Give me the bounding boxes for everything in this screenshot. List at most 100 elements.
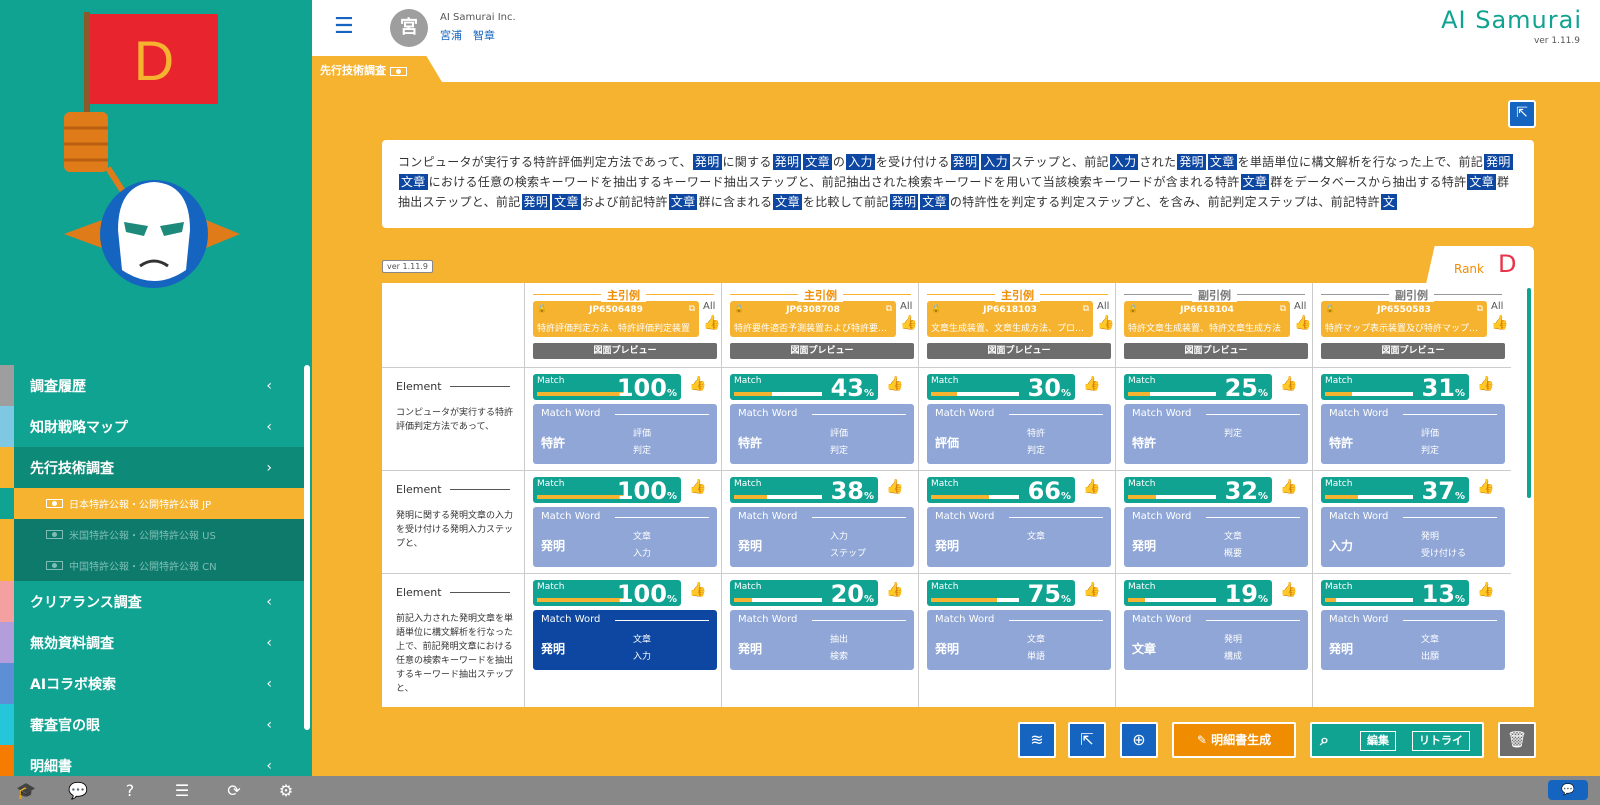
- drawing-preview-button[interactable]: 図面プレビュー: [1124, 343, 1308, 359]
- all-label[interactable]: All: [1491, 301, 1503, 312]
- match-word-box[interactable]: Match Word 発明 入力 ステップ: [730, 507, 914, 567]
- hamburger-menu-icon[interactable]: ☰: [334, 14, 354, 39]
- thumbs-up-icon[interactable]: 👍: [1097, 315, 1114, 331]
- drawing-preview-button[interactable]: 図面プレビュー: [1321, 343, 1505, 359]
- patent-card[interactable]: 🔒 JP6618104 ⧉ 特許文章生成装置、特許文章生成方法: [1124, 301, 1290, 337]
- match-score[interactable]: Match 32%: [1124, 477, 1272, 505]
- avatar[interactable]: 宮: [390, 9, 428, 47]
- keyword-highlight[interactable]: 文: [1380, 194, 1398, 210]
- match-score[interactable]: Match 43%: [730, 374, 878, 402]
- thumbs-up-icon[interactable]: 👍: [900, 315, 917, 331]
- keyword-highlight[interactable]: 発明: [521, 194, 551, 210]
- keyword-highlight[interactable]: 文章: [1207, 154, 1237, 170]
- match-score[interactable]: Match 100%: [533, 477, 681, 505]
- table-scrollbar[interactable]: [1527, 288, 1531, 498]
- sidebar-item-2[interactable]: 先行技術調査 ›: [0, 447, 304, 488]
- zoom-button[interactable]: ⊕: [1120, 722, 1158, 758]
- match-word-box[interactable]: Match Word 発明 文章 出願: [1321, 610, 1505, 670]
- sync-icon[interactable]: ⟳: [208, 781, 260, 800]
- copy-icon[interactable]: ⧉: [689, 304, 695, 314]
- sidebar-subitem-2[interactable]: 中国特許公報・公開特許公報 CN: [0, 550, 304, 581]
- keyword-highlight[interactable]: 文章: [399, 174, 428, 190]
- all-label[interactable]: All: [900, 301, 912, 312]
- match-word-box[interactable]: Match Word 文章 発明 構成: [1124, 610, 1308, 670]
- all-label[interactable]: All: [1097, 301, 1109, 312]
- search-icon[interactable]: ⌕: [1320, 724, 1329, 756]
- thumbs-up-icon[interactable]: 👍: [886, 582, 903, 598]
- drawing-preview-button[interactable]: 図面プレビュー: [533, 343, 717, 359]
- keyword-highlight[interactable]: 文章: [803, 154, 832, 170]
- match-word-box[interactable]: Match Word 発明 文章: [927, 507, 1111, 567]
- tab-prior-art-search[interactable]: 先行技術調査: [312, 56, 442, 82]
- thumbs-up-icon[interactable]: 👍: [1477, 479, 1494, 495]
- match-score[interactable]: Match 31%: [1321, 374, 1469, 402]
- layers-button[interactable]: ≋: [1018, 722, 1056, 758]
- match-word-box[interactable]: Match Word 発明 文章 概要: [1124, 507, 1308, 567]
- match-word-box[interactable]: Match Word 入力 発明 受け付ける: [1321, 507, 1505, 567]
- match-word-box[interactable]: Match Word 発明 文章 単語: [927, 610, 1111, 670]
- match-score[interactable]: Match 100%: [533, 580, 681, 608]
- thumbs-up-icon[interactable]: 👍: [1294, 315, 1311, 331]
- thumbs-up-icon[interactable]: 👍: [689, 582, 706, 598]
- graduation-icon[interactable]: 🎓: [0, 781, 52, 800]
- keyword-highlight[interactable]: 文章: [668, 194, 698, 210]
- thumbs-up-icon[interactable]: 👍: [1083, 376, 1100, 392]
- edit-button[interactable]: 編集: [1360, 731, 1396, 751]
- thumbs-up-icon[interactable]: 👍: [886, 376, 903, 392]
- match-word-box[interactable]: Match Word 特許 評価 判定: [730, 404, 914, 464]
- thumbs-up-icon[interactable]: 👍: [689, 479, 706, 495]
- thumbs-up-icon[interactable]: 👍: [1280, 582, 1297, 598]
- keyword-highlight[interactable]: 入力: [981, 154, 1010, 170]
- sidebar-item-7[interactable]: 明細書 ‹: [0, 745, 304, 776]
- thumbs-up-icon[interactable]: 👍: [886, 479, 903, 495]
- chat-icon[interactable]: 💬: [1548, 780, 1588, 800]
- keyword-highlight[interactable]: 発明: [950, 154, 980, 170]
- help-icon[interactable]: ?: [104, 781, 156, 800]
- copy-icon[interactable]: ⧉: [1280, 304, 1286, 314]
- sidebar-item-3[interactable]: クリアランス調査 ‹: [0, 581, 304, 622]
- thumbs-up-icon[interactable]: 👍: [689, 376, 706, 392]
- patent-card[interactable]: 🔒 JP6506489 ⧉ 特許評価判定方法、特許評価判定装置: [533, 301, 699, 337]
- thumbs-up-icon[interactable]: 👍: [1083, 582, 1100, 598]
- sidebar-item-5[interactable]: AIコラボ検索 ‹: [0, 663, 304, 704]
- sidebar-item-1[interactable]: 知財戦略マップ ‹: [0, 406, 304, 447]
- copy-icon[interactable]: ⧉: [886, 304, 892, 314]
- retry-button[interactable]: リトライ: [1412, 731, 1470, 751]
- match-word-box[interactable]: Match Word 評価 特許 判定: [927, 404, 1111, 464]
- patent-card[interactable]: 🔒 JP6618103 ⧉ 文章生成装置、文章生成方法、プログラム: [927, 301, 1093, 337]
- sidebar-item-0[interactable]: 調査履歴 ‹: [0, 365, 304, 406]
- match-word-box[interactable]: Match Word 特許 評価 判定: [1321, 404, 1505, 464]
- document-icon[interactable]: ☰: [156, 781, 208, 800]
- match-score[interactable]: Match 38%: [730, 477, 878, 505]
- copy-icon[interactable]: ⧉: [1477, 304, 1483, 314]
- export-icon[interactable]: ⇱: [1508, 100, 1536, 128]
- match-score[interactable]: Match 100%: [533, 374, 681, 402]
- thumbs-up-icon[interactable]: 👍: [1477, 376, 1494, 392]
- thumbs-up-icon[interactable]: 👍: [1280, 376, 1297, 392]
- gear-icon[interactable]: ⚙: [260, 781, 312, 800]
- keyword-highlight[interactable]: 文章: [773, 194, 802, 210]
- match-word-box[interactable]: Match Word 発明 文章 入力: [533, 610, 717, 670]
- match-score[interactable]: Match 19%: [1124, 580, 1272, 608]
- sidebar-item-6[interactable]: 審査官の眼 ‹: [0, 704, 304, 745]
- keyword-highlight[interactable]: 発明: [889, 194, 919, 210]
- patent-card[interactable]: 🔒JP6550583⧉特許マップ表示装置及び特許マップ表示方法: [1321, 301, 1487, 337]
- keyword-highlight[interactable]: 文章: [920, 194, 949, 210]
- keyword-highlight[interactable]: 文章: [552, 194, 581, 210]
- copy-icon[interactable]: ⧉: [1083, 304, 1089, 314]
- drawing-preview-button[interactable]: 図面プレビュー: [730, 343, 914, 359]
- sidebar-scrollbar[interactable]: [304, 365, 310, 730]
- thumbs-up-icon[interactable]: 👍: [1280, 479, 1297, 495]
- keyword-highlight[interactable]: 発明: [772, 154, 802, 170]
- keyword-highlight[interactable]: 発明: [1484, 154, 1513, 170]
- sidebar-subitem-0[interactable]: 日本特許公報・公開特許公報 JP: [14, 488, 304, 519]
- match-score[interactable]: Match 66%: [927, 477, 1075, 505]
- thumbs-up-icon[interactable]: 👍: [1477, 582, 1494, 598]
- keyword-highlight[interactable]: 入力: [1109, 154, 1139, 170]
- faq-icon[interactable]: 💬: [52, 781, 104, 800]
- sidebar-subitem-1[interactable]: 米国特許公報・公開特許公報 US: [0, 519, 304, 550]
- keyword-highlight[interactable]: 発明: [1177, 154, 1206, 170]
- match-score[interactable]: Match 25%: [1124, 374, 1272, 402]
- all-label[interactable]: All: [703, 301, 715, 312]
- keyword-highlight[interactable]: 文章: [1467, 174, 1496, 190]
